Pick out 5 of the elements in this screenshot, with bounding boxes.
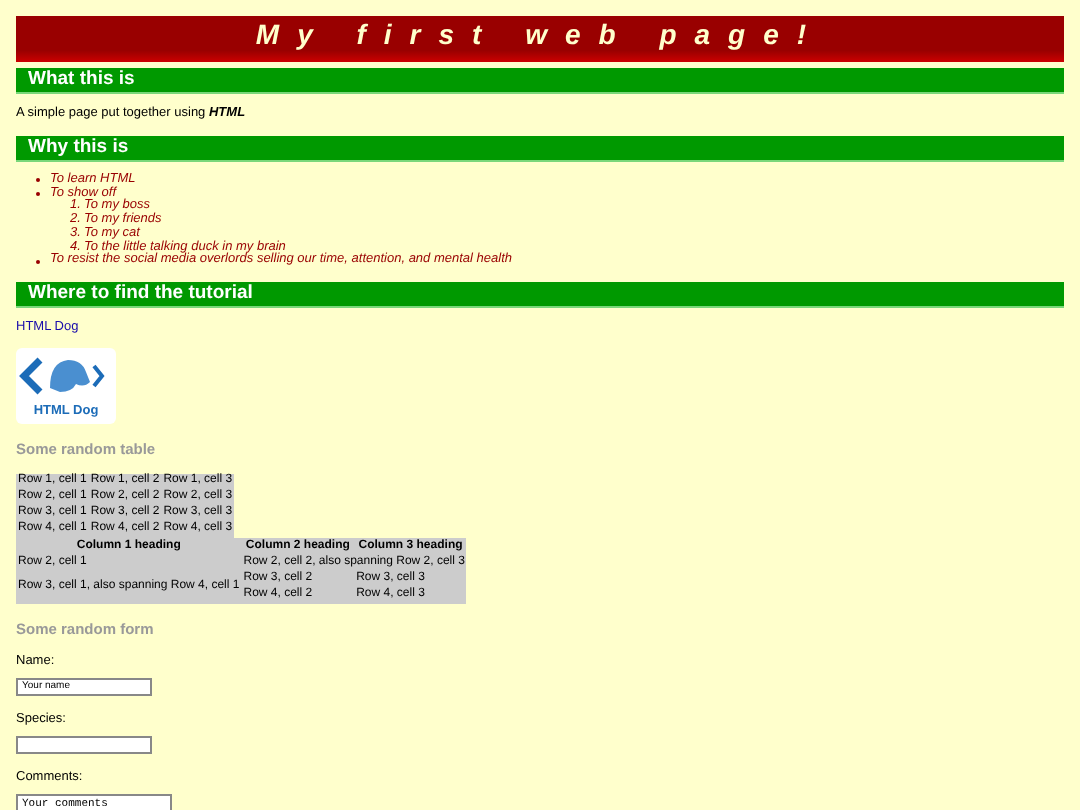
section-heading: What this is — [16, 68, 1064, 92]
page-title: My first web page! — [16, 16, 1064, 62]
section-heading: Where to find the tutorial — [16, 281, 1064, 306]
section-heading: Why this is — [16, 136, 1064, 160]
input-field[interactable] — [16, 735, 152, 754]
